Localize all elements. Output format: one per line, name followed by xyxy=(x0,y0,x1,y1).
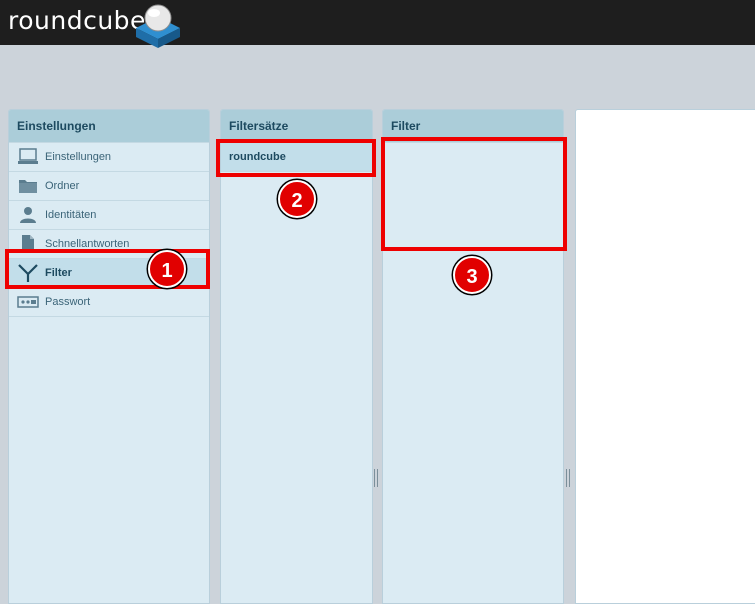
settings-item-label: Einstellungen xyxy=(45,151,112,163)
annotation-badge-3: 3 xyxy=(453,256,491,294)
annotation-badge-1: 1 xyxy=(148,250,186,288)
laptop-icon xyxy=(17,147,39,167)
splitter-handle[interactable] xyxy=(374,469,379,487)
settings-list: Einstellungen Ordner Identitäten Schnell… xyxy=(9,143,209,317)
annotation-box-3 xyxy=(381,137,567,251)
settings-item-passwort[interactable]: Passwort xyxy=(9,288,209,317)
logo-text: roundcube xyxy=(8,6,146,35)
content-frame xyxy=(575,109,755,604)
settings-item-ordner[interactable]: Ordner xyxy=(9,172,209,201)
password-icon xyxy=(17,292,39,312)
settings-item-label: Identitäten xyxy=(45,209,97,221)
folder-icon xyxy=(17,176,39,196)
settings-item-label: Passwort xyxy=(45,296,91,308)
settings-panel: Einstellungen Einstellungen Ordner Ident… xyxy=(8,109,210,604)
splitter-handle[interactable] xyxy=(566,469,571,487)
settings-item-label: Ordner xyxy=(45,180,80,192)
annotation-badge-2: 2 xyxy=(278,180,316,218)
person-icon xyxy=(17,205,39,225)
annotation-box-2 xyxy=(216,139,376,177)
settings-item-einstellungen[interactable]: Einstellungen xyxy=(9,143,209,172)
roundcube-logo-icon xyxy=(132,2,184,53)
top-bar: roundcube xyxy=(0,0,755,48)
settings-item-identitaeten[interactable]: Identitäten xyxy=(9,201,209,230)
settings-panel-header: Einstellungen xyxy=(9,110,209,143)
